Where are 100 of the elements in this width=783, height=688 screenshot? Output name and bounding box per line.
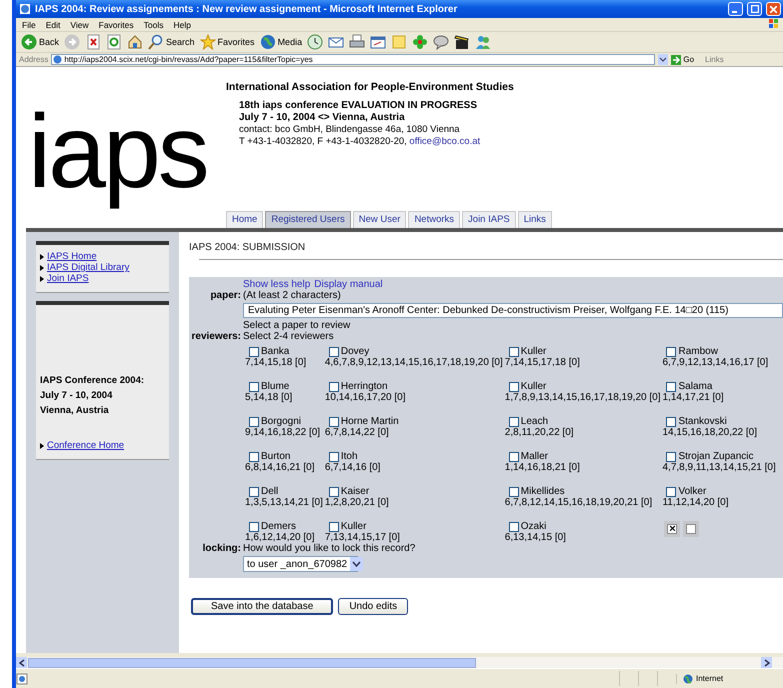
- reviewer-name: Herrington: [340, 381, 388, 392]
- toolbar-button[interactable]: Search: [148, 33, 195, 51]
- menu-item[interactable]: Help: [173, 20, 191, 30]
- field-label: reviewers:: [190, 331, 241, 342]
- links-label[interactable]: Links: [705, 55, 724, 64]
- topic-numbers: 4,6,7,8,9,12,13,14,15,16,17,18,19,20 [0]: [324, 357, 503, 368]
- horizontal-scrollbar[interactable]: [16, 657, 783, 668]
- checkbox[interactable]: [508, 346, 519, 356]
- save-button[interactable]: Save into the database: [191, 598, 334, 615]
- toolbar-button[interactable]: Back: [21, 33, 60, 51]
- checkbox[interactable]: [249, 416, 259, 426]
- field-label: paper:: [209, 290, 241, 301]
- stop-icon[interactable]: [85, 34, 102, 50]
- topic-numbers: 1,14,17,21 [0]: [662, 392, 725, 403]
- topic-numbers: 5,14,18 [0]: [245, 392, 294, 403]
- checkbox[interactable]: [666, 416, 676, 426]
- conference-info: Vienna, Austria: [40, 404, 110, 418]
- nav-tab[interactable]: Registered Users: [265, 211, 351, 228]
- checkbox[interactable]: [328, 452, 339, 462]
- reviewer-name: Stankovski: [678, 416, 727, 427]
- topic-numbers: 2,8,11,20,22 [0]: [504, 427, 575, 438]
- undo-button[interactable]: Undo edits: [338, 598, 408, 615]
- history-icon[interactable]: [307, 34, 324, 50]
- address-field[interactable]: http://iaps2004.scix.net/cgi-bin/revass/Add?paper=115&filterTopic=yes: [51, 54, 656, 65]
- sidebar-link[interactable]: Conference Home: [40, 440, 165, 451]
- checkbox[interactable]: [249, 452, 259, 462]
- checkbox[interactable]: [249, 486, 259, 496]
- blank-button[interactable]: [683, 521, 700, 537]
- speech-bubble-icon[interactable]: [433, 34, 450, 50]
- sidebar-link[interactable]: IAPS Digital Library: [40, 262, 165, 273]
- conference-info: IAPS Conference 2004:: [40, 374, 146, 388]
- sidebar-link[interactable]: Join IAPS: [40, 273, 165, 284]
- checkbox[interactable]: [508, 452, 519, 462]
- sidebar-link[interactable]: IAPS Home: [40, 251, 165, 262]
- menu-item[interactable]: View: [70, 20, 89, 30]
- reviewer-name: Kuller: [520, 346, 546, 357]
- flower-icon[interactable]: [412, 34, 428, 50]
- checkbox[interactable]: [666, 382, 676, 392]
- menu-item[interactable]: Edit: [46, 20, 60, 30]
- checkbox[interactable]: [508, 522, 519, 532]
- checkbox[interactable]: [249, 522, 259, 532]
- organization-name: International Association for People-Environment Studies: [226, 81, 515, 93]
- close-button[interactable]: [766, 2, 781, 16]
- menu-item[interactable]: Tools: [144, 20, 164, 30]
- edit-icon[interactable]: [370, 34, 386, 50]
- conference-info: July 7 - 10, 2004: [40, 389, 114, 403]
- clear-button[interactable]: ×: [664, 521, 680, 537]
- reviewer-name: Mikellides: [520, 486, 565, 497]
- star-icon: [200, 34, 216, 50]
- dropdown-icon[interactable]: [658, 54, 668, 65]
- help-link[interactable]: Display manual: [314, 279, 383, 290]
- scroll-thumb[interactable]: [28, 658, 476, 668]
- checkbox[interactable]: [328, 522, 339, 532]
- people-icon[interactable]: [475, 34, 492, 50]
- topic-numbers: 1,3,5,13,14,21 [0]: [245, 497, 323, 508]
- nav-tab[interactable]: New User: [352, 211, 406, 228]
- clapperboard-icon[interactable]: [454, 34, 470, 50]
- printer-icon[interactable]: [349, 34, 366, 50]
- checkbox[interactable]: [666, 452, 676, 462]
- menu-item[interactable]: File: [22, 20, 36, 30]
- hint-text: (At least 2 characters): [243, 290, 342, 301]
- topic-numbers: 6,7,8,14,22 [0]: [324, 427, 390, 438]
- checkbox[interactable]: [508, 486, 519, 496]
- checkbox[interactable]: [328, 382, 339, 392]
- help-link[interactable]: Show less help: [243, 279, 310, 290]
- checkbox[interactable]: [249, 346, 259, 356]
- phone-text: T +43-1-4032820, F +43-1-4032820-20,: [239, 136, 407, 147]
- zone-label: Internet: [696, 674, 724, 683]
- checkbox[interactable]: [249, 382, 259, 392]
- checkbox[interactable]: [328, 486, 339, 496]
- hint-text: How would you like to lock this record?: [243, 543, 416, 554]
- reviewer-name: Banka: [261, 346, 290, 357]
- home-icon[interactable]: [127, 34, 144, 50]
- topic-numbers: 14,15,16,18,20,22 [0]: [662, 427, 758, 438]
- refresh-icon[interactable]: [106, 34, 122, 50]
- maximize-button[interactable]: [747, 2, 762, 16]
- topic-numbers: 1,14,16,18,21 [0]: [504, 462, 581, 473]
- menu-item[interactable]: Favorites: [98, 20, 134, 30]
- checkbox[interactable]: [508, 416, 519, 426]
- reviewer-name: Burton: [261, 451, 290, 462]
- checkbox[interactable]: [328, 346, 339, 356]
- minimize-button[interactable]: [728, 2, 743, 16]
- paper-field[interactable]: Evaluting Peter Eisenman's Aronoff Center: Debunked De-constructivism Preiser, Wolfgang F.E. 14□20 (115): [243, 303, 783, 318]
- nav-tab[interactable]: Links: [518, 211, 552, 228]
- toolbar-button[interactable]: Media: [260, 33, 302, 51]
- checkbox[interactable]: [328, 416, 339, 426]
- checkbox[interactable]: [666, 486, 676, 496]
- reviewer-name: Ozaki: [520, 521, 546, 532]
- go-button[interactable]: Go: [671, 54, 694, 64]
- toolbar-button[interactable]: Favorites: [200, 33, 255, 51]
- topic-numbers: 4,7,8,9,11,13,14,15,21 [0]: [662, 462, 776, 473]
- dropdown-icon: [350, 557, 364, 571]
- checkbox[interactable]: [666, 346, 676, 356]
- nav-tab[interactable]: Networks: [408, 211, 460, 228]
- email-link[interactable]: office@bco.co.at: [409, 136, 480, 147]
- conference-title: 18th iaps conference EVALUATION IN PROGRESS: [239, 100, 478, 111]
- address-label: Address: [19, 55, 48, 64]
- checkbox[interactable]: [508, 382, 519, 392]
- nav-tab[interactable]: Home: [226, 211, 264, 228]
- nav-tab[interactable]: Join IAPS: [462, 211, 516, 228]
